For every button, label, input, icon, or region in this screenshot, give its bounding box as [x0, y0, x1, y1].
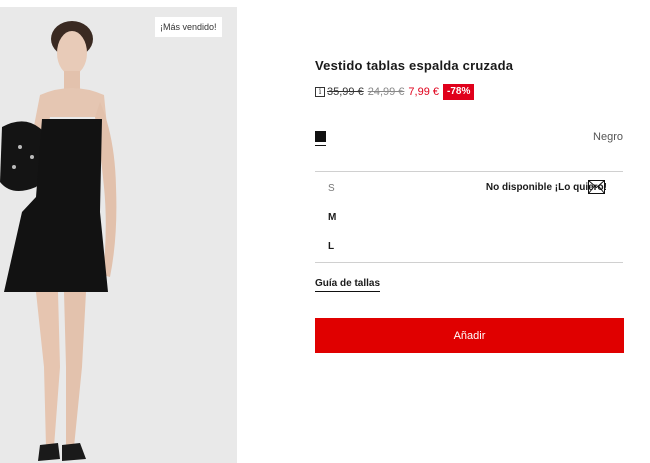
model-figure — [0, 7, 237, 463]
size-option-m[interactable]: M — [328, 212, 336, 223]
size-option-s[interactable]: S — [328, 183, 335, 194]
divider — [315, 171, 623, 172]
discount-badge: -78% — [443, 84, 475, 100]
add-to-cart-button[interactable]: Añadir — [315, 318, 624, 353]
price-row: i 35,99 € 24,99 € 7,99 € -78% — [315, 84, 475, 100]
info-icon[interactable]: i — [315, 87, 325, 97]
product-title: Vestido tablas espalda cruzada — [315, 58, 514, 73]
color-name: Negro — [593, 131, 623, 143]
swatch-selected-indicator — [315, 145, 326, 146]
size-option-l[interactable]: L — [328, 241, 334, 252]
product-photo[interactable]: ¡Más vendido! — [0, 7, 237, 463]
envelope-icon[interactable] — [588, 180, 605, 194]
price-previous: 24,99 € — [367, 86, 405, 98]
price-original: 35,99 € — [327, 86, 364, 98]
size-guide-link[interactable]: Guía de tallas — [315, 278, 381, 292]
price-current: 7,99 € — [408, 86, 439, 98]
color-swatch-black[interactable] — [315, 131, 326, 142]
bestseller-badge: ¡Más vendido! — [155, 17, 222, 37]
divider — [315, 262, 623, 263]
